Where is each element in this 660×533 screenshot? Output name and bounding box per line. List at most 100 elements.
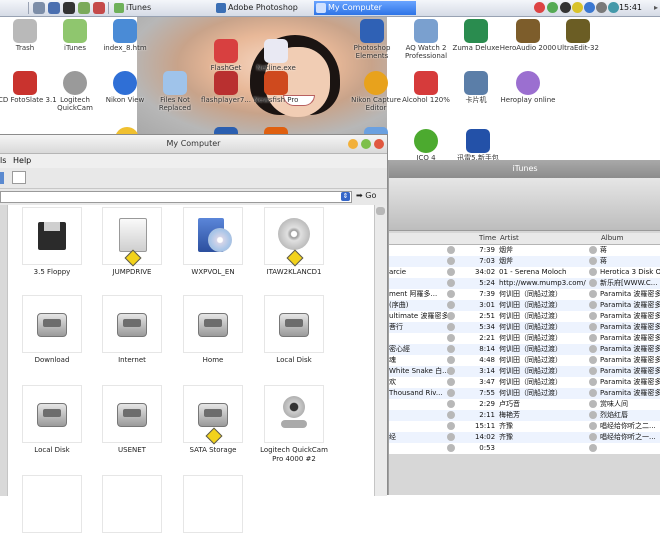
drive-partial[interactable] — [173, 475, 253, 533]
track-row[interactable]: 15:11 齐豫 唱经给你听之二... — [389, 421, 660, 432]
go-arrow-icon[interactable] — [589, 367, 597, 375]
track-row[interactable]: 0:53 — [389, 443, 660, 454]
drive-itaw2k[interactable]: ITAW2KLANCD1 — [254, 207, 334, 277]
drive-jumpdrive[interactable]: JUMPDRIVE — [92, 207, 172, 277]
my-computer-titlebar[interactable]: My Computer — [0, 135, 387, 154]
go-arrow-icon[interactable] — [589, 323, 597, 331]
go-arrow-icon[interactable] — [447, 433, 455, 441]
drive-quickcam[interactable]: Logitech QuickCam Pro 4000 #2 — [254, 385, 334, 464]
track-row[interactable]: 5:24 http://www.mump3.com/新乐府[WWW.C... — [389, 278, 660, 289]
go-arrow-icon[interactable] — [447, 323, 455, 331]
go-arrow-icon[interactable] — [589, 356, 597, 364]
column-album[interactable]: Album — [601, 233, 623, 244]
track-row[interactable]: (序曲) 3:01 何训田（同船过渡） Paramita 波羅密多... — [389, 300, 660, 311]
go-arrow-icon[interactable] — [447, 400, 455, 408]
task-photoshop[interactable]: Adobe Photoshop — [214, 1, 312, 15]
track-row[interactable]: Thousand Riv... 7:55 何训田（同船过渡） Paramita 波羅密… — [389, 388, 660, 399]
quick-launch-media-icon[interactable] — [63, 2, 75, 14]
drive-floppy[interactable]: 3.5 Floppy — [12, 207, 92, 277]
go-arrow-icon[interactable] — [589, 411, 597, 419]
drive-wxpvol[interactable]: WXPVOL_EN — [173, 207, 253, 277]
go-arrow-icon[interactable] — [589, 433, 597, 441]
go-arrow-icon[interactable] — [447, 312, 455, 320]
drive-local-disk[interactable]: Local Disk — [254, 295, 334, 365]
go-arrow-icon[interactable] — [589, 422, 597, 430]
go-arrow-icon[interactable] — [589, 246, 597, 254]
column-time[interactable]: Time — [479, 233, 496, 244]
minimize-button[interactable] — [348, 139, 358, 149]
go-arrow-icon[interactable] — [589, 389, 597, 397]
tray-bluetooth-icon[interactable] — [584, 2, 595, 13]
view-icon[interactable] — [12, 171, 26, 184]
drive-partial[interactable] — [92, 475, 172, 533]
task-itunes[interactable]: iTunes — [112, 1, 212, 15]
track-row[interactable]: 魂 4:48 何训田（同船过渡） Paramita 波羅密多... — [389, 355, 660, 366]
drive-local-disk-2[interactable]: Local Disk — [12, 385, 92, 455]
quick-launch-ie-icon[interactable] — [78, 2, 90, 14]
address-dropdown-icon[interactable]: ⇕ — [341, 192, 350, 201]
vertical-scrollbar[interactable] — [374, 205, 387, 496]
go-arrow-icon[interactable] — [589, 312, 597, 320]
tray-clock-icon[interactable] — [560, 2, 571, 13]
go-arrow-icon[interactable] — [589, 279, 597, 287]
apple-menu-icon[interactable] — [8, 1, 22, 15]
go-arrow-icon[interactable] — [589, 268, 597, 276]
go-arrow-icon[interactable] — [447, 356, 455, 364]
track-row[interactable]: 7:03 烟斧 蒋 — [389, 256, 660, 267]
drive-usenet[interactable]: USENET — [92, 385, 172, 455]
go-arrow-icon[interactable] — [447, 246, 455, 254]
drive-download[interactable]: Download — [12, 295, 92, 365]
track-row[interactable]: arcie 34:02 01 - Serena Moloch Herotica 3 D… — [389, 267, 660, 278]
go-arrow-icon[interactable] — [589, 301, 597, 309]
go-arrow-icon[interactable] — [447, 367, 455, 375]
go-button[interactable]: ➡ Go — [356, 191, 376, 200]
go-arrow-icon[interactable] — [447, 378, 455, 386]
tray-network-icon[interactable] — [547, 2, 558, 13]
track-row[interactable]: ment 阿羅多... 7:39 何训田（同船过渡） Paramita 波羅密多... — [389, 289, 660, 300]
scroll-thumb[interactable] — [376, 207, 385, 215]
menu-help[interactable]: Help — [13, 154, 31, 168]
zoom-button[interactable] — [361, 139, 371, 149]
track-row[interactable]: 2:29 卢巧音 赏味人间 — [389, 399, 660, 410]
menu-tools[interactable]: ls — [0, 154, 6, 168]
go-arrow-icon[interactable] — [447, 411, 455, 419]
desktop-icon-netline[interactable]: Netline.exe — [244, 39, 308, 72]
track-row[interactable]: ultimate 波羅密多... 2:51 何训田（同船过渡） Paramita 波羅… — [389, 311, 660, 322]
go-arrow-icon[interactable] — [447, 290, 455, 298]
go-arrow-icon[interactable] — [589, 400, 597, 408]
go-arrow-icon[interactable] — [589, 334, 597, 342]
task-my-computer[interactable]: My Computer — [314, 1, 416, 15]
address-field[interactable] — [0, 191, 352, 203]
track-row[interactable]: 菩行 5:34 何训田（同船过渡） Paramita 波羅密多... — [389, 322, 660, 333]
go-arrow-icon[interactable] — [447, 334, 455, 342]
drive-internet[interactable]: Internet — [92, 295, 172, 365]
desktop-icon-heroplay[interactable]: Heroplay online — [496, 71, 560, 104]
track-row[interactable]: White Snake 白... 3:14 何训田（同船过渡） Paramita 波羅… — [389, 366, 660, 377]
go-arrow-icon[interactable] — [589, 444, 597, 452]
quick-launch-explorer-icon[interactable] — [33, 2, 45, 14]
go-arrow-icon[interactable] — [589, 378, 597, 386]
go-arrow-icon[interactable] — [447, 279, 455, 287]
track-row[interactable]: 2:11 梅艳芳 烈焰红唇 — [389, 410, 660, 421]
go-arrow-icon[interactable] — [447, 301, 455, 309]
track-row[interactable]: 2:21 何训田（同船过渡） Paramita 波羅密多... — [389, 333, 660, 344]
track-row[interactable]: 密心經 8:14 何训田（同船过渡） Paramita 波羅密多... — [389, 344, 660, 355]
tray-warning-icon[interactable] — [572, 2, 583, 13]
drive-partial[interactable] — [12, 475, 92, 533]
tray-chat-icon[interactable] — [608, 2, 619, 13]
track-row[interactable]: 欢 3:47 何训田（同船过渡） Paramita 波羅密多... — [389, 377, 660, 388]
go-arrow-icon[interactable] — [589, 345, 597, 353]
drive-home[interactable]: Home — [173, 295, 253, 365]
desktop-icon-xunlei[interactable]: 迅雷5.新手包 — [446, 129, 510, 162]
tray-volume-icon[interactable] — [596, 2, 607, 13]
drive-sata[interactable]: SATA Storage — [173, 385, 253, 455]
go-arrow-icon[interactable] — [447, 389, 455, 397]
desktop-icon-ultraedit[interactable]: UltraEdit-32 — [546, 19, 610, 52]
close-button[interactable] — [374, 139, 384, 149]
go-arrow-icon[interactable] — [447, 268, 455, 276]
back-icon[interactable] — [0, 172, 4, 184]
go-arrow-icon[interactable] — [589, 257, 597, 265]
go-arrow-icon[interactable] — [447, 345, 455, 353]
go-arrow-icon[interactable] — [447, 444, 455, 452]
column-artist[interactable]: Artist — [500, 233, 519, 244]
